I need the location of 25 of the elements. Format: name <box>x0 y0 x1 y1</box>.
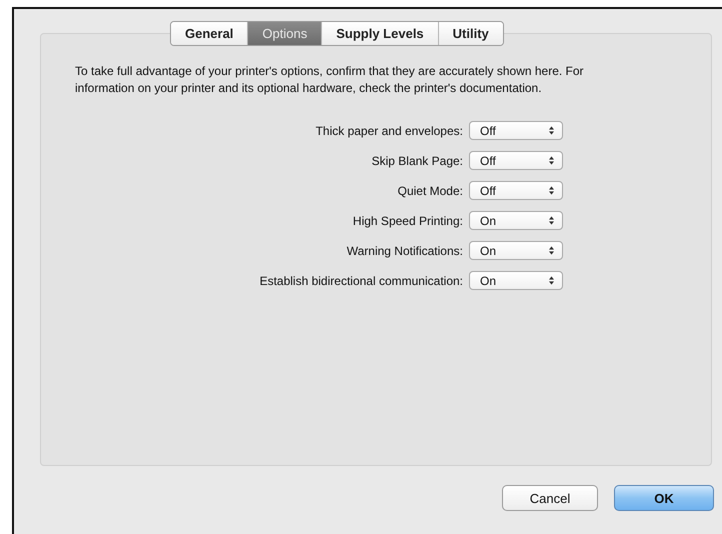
popup-menu[interactable]: On <box>469 271 563 290</box>
up-down-arrows-icon <box>549 246 554 255</box>
option-label: High Speed Printing: <box>352 214 463 228</box>
tab[interactable]: Supply Levels <box>322 22 439 45</box>
popup-menu[interactable]: Off <box>469 151 563 170</box>
up-down-arrows-icon <box>549 216 554 225</box>
tab[interactable]: General <box>171 22 248 45</box>
popup-menu[interactable]: On <box>469 211 563 230</box>
popup-menu[interactable]: Off <box>469 181 563 200</box>
popup-menu[interactable]: On <box>469 241 563 260</box>
option-label: Quiet Mode: <box>398 184 463 198</box>
cancel-button[interactable]: Cancel <box>502 485 598 511</box>
ok-button[interactable]: OK <box>614 485 714 511</box>
up-down-arrows-icon <box>549 276 554 285</box>
up-down-arrows-icon <box>549 126 554 135</box>
tab[interactable]: Options <box>248 22 322 45</box>
up-down-arrows-icon <box>549 156 554 165</box>
option-label: Warning Notifications: <box>346 244 463 258</box>
option-label: Skip Blank Page: <box>372 154 463 168</box>
popup-menu[interactable]: Off <box>469 121 563 140</box>
description-text: To take full advantage of your printer's options, confirm that they are accurately shown here. For information on your printer and its optional hardware, check the printer's documentation. <box>75 63 585 97</box>
option-label: Thick paper and envelopes: <box>316 124 463 138</box>
tab[interactable]: Utility <box>438 22 503 45</box>
option-label: Establish bidirectional communication: <box>260 274 463 288</box>
up-down-arrows-icon <box>549 186 554 195</box>
